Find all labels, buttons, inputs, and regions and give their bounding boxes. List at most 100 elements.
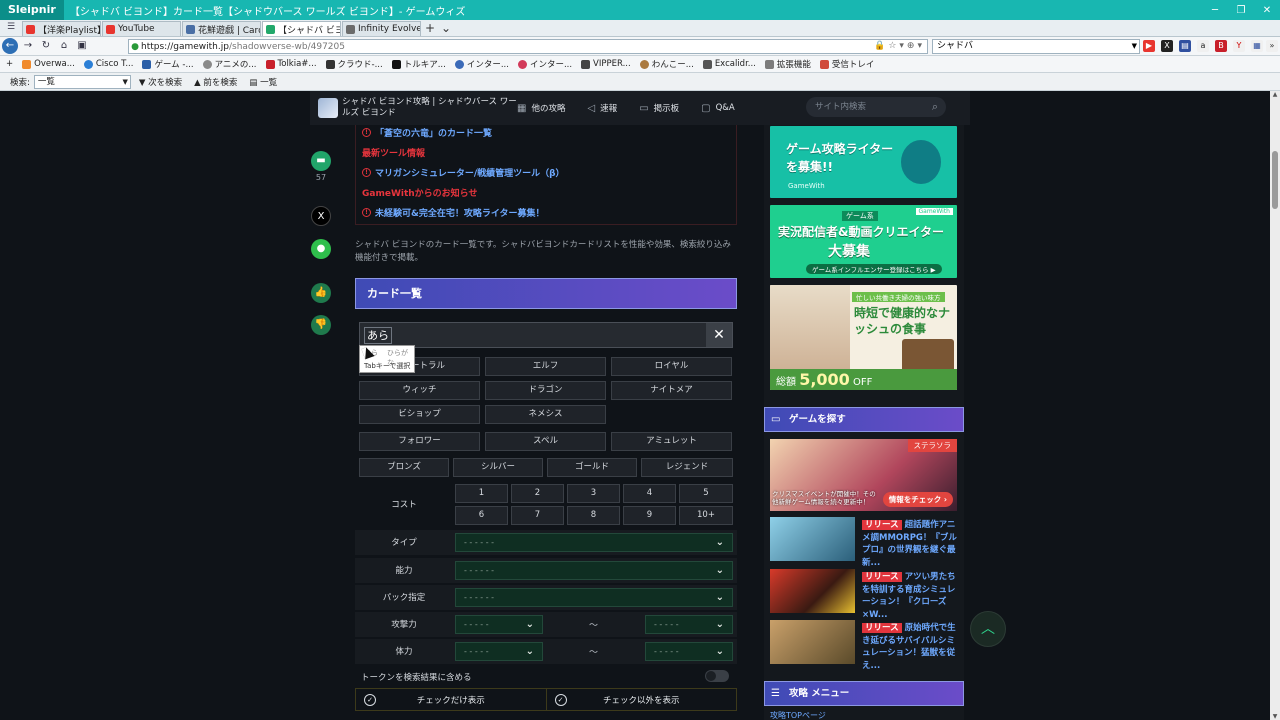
menu-link[interactable]: 攻略TOPページ [770,710,826,720]
home-icon[interactable]: ⌂ [56,38,72,54]
rarity-legend-button[interactable]: レジェンド [641,458,733,477]
nav-other[interactable]: ▦ 他の攻略 [517,102,565,115]
comment-share[interactable]: ▬ 57 [310,151,332,182]
dislike-button[interactable]: 👎 [310,315,332,335]
b-ext-icon[interactable]: B [1215,40,1227,52]
cost-button[interactable]: 2 [511,484,564,503]
bookmark[interactable]: Overwa... [22,59,75,69]
bookmark[interactable]: Tolkia#... [265,59,317,69]
tab[interactable]: YouTube [102,21,181,36]
chevron-down-icon[interactable]: ▼ [122,76,127,88]
scroll-up-icon[interactable]: ▲ [1270,91,1280,98]
creator-recruit-ad[interactable]: GameWith ゲーム系 実況配信者&動画クリエイター 大募集 ゲーム系インフ… [770,205,957,278]
ext-icon[interactable]: ▤ [1179,40,1191,52]
type-amulet-button[interactable]: アミュレット [611,432,732,451]
chevron-down-icon[interactable]: ▼ [1132,40,1137,53]
line-share-button[interactable]: ● [310,239,332,259]
x-share-button[interactable]: X [310,206,332,226]
game-list-item[interactable]: リリース アツい男たちを特訓する育成シミュレーション！『クローズ×W... [770,569,957,620]
meal-ad[interactable]: 忙しい共働き夫婦の強い味方 時短で健康的なナッシュの食事 総額 5,000 OF… [770,285,957,390]
menu-icon[interactable]: ☰ [0,19,22,36]
game-list-item[interactable]: リリース 超話題作アニメ調MMORPG！『ブルプロ』の世界観を継ぐ最新... [770,517,957,568]
new-tab-button[interactable]: + [422,21,438,36]
tab[interactable]: 花鮮遊戯 | Card... [182,21,261,36]
add-bookmark-icon[interactable]: + [6,59,13,69]
tab-list-chevron-icon[interactable]: ⌄ [438,21,454,36]
page-scrollbar[interactable]: ▲ ▼ [1270,91,1280,720]
game-list-item[interactable]: リリース 原始時代で生き延びるサバイバルシミュレーション！猛獣を従え... [770,620,957,671]
browser-search-input[interactable]: シャドバ ▼ [932,39,1140,54]
cost-button[interactable]: 6 [455,506,508,525]
pack-select[interactable]: - - - - - - ⌄ [455,588,733,607]
featured-game-banner[interactable]: ステラソラ クリスマスイベントが開催中！その他新鮮ゲーム情報を続々更新中！ 情報… [770,439,957,511]
star-icon[interactable]: 🔒☆▾⊕▾ [874,41,925,51]
site-search-input[interactable]: サイト内検索 ⌕ [806,97,946,117]
search-icon[interactable]: ⌕ [932,97,938,117]
show-unchecked-button[interactable]: ✓ チェック以外を表示 [545,689,737,710]
close-button[interactable]: ✕ [1254,5,1280,16]
find-next-button[interactable]: ▼ 次を検索 [139,76,182,88]
nav-board[interactable]: ▭ 掲示板 [639,102,679,115]
ext-menu-icon[interactable]: » [1266,40,1278,52]
bookmark[interactable]: トルキア... [391,58,446,70]
check-info-button[interactable]: 情報をチェック › [882,492,953,507]
token-toggle[interactable] [705,670,729,682]
tab[interactable]: Infinity Evolved ... [342,21,421,36]
writer-recruit-ad[interactable]: ゲーム攻略ライターを募集!! GameWith [770,126,957,198]
bookmark[interactable]: 拡張機能 [764,58,811,70]
class-nemesis-button[interactable]: ネメシス [485,405,606,424]
bookmark[interactable]: ゲーム -... [142,58,194,70]
cost-button[interactable]: 9 [623,506,676,525]
cost-button[interactable]: 10+ [679,506,733,525]
scroll-top-button[interactable]: ︿ [970,611,1006,647]
minimize-button[interactable]: ─ [1202,5,1228,16]
cost-button[interactable]: 7 [511,506,564,525]
amazon-icon[interactable]: a [1197,40,1209,52]
notice-link[interactable]: ! 「蒼空の六竜」のカード一覧 [362,126,492,139]
tab-active[interactable]: 【シャドバ ビヨンド】... [262,21,341,36]
type-spell-button[interactable]: スペル [485,432,606,451]
find-input[interactable]: 一覧 ▼ [33,74,131,89]
cost-button[interactable]: 8 [567,506,620,525]
bookmark[interactable]: わんこー... [639,58,694,70]
x-ext-icon[interactable]: X [1161,40,1173,52]
class-nightmare-button[interactable]: ナイトメア [611,381,732,400]
site-name[interactable]: シャドバ ビヨンド攻略 | シャドウバース ワールズ ビヨンド [342,97,517,119]
bookmark[interactable]: VIPPER... [581,59,631,69]
scroll-down-icon[interactable]: ▼ [1270,713,1280,720]
class-witch-button[interactable]: ウィッチ [359,381,480,400]
back-button[interactable]: ← [2,38,18,54]
class-elf-button[interactable]: エルフ [485,357,606,376]
bookmark[interactable]: Cisco T... [83,59,133,69]
find-prev-button[interactable]: ▲ 前を検索 [194,76,237,88]
bookmark[interactable]: インター... [454,58,509,70]
attack-max-select[interactable]: - - - - - ⌄ [645,615,733,634]
notice-link[interactable]: ! マリガンシミュレーター/戦績管理ツール（β） [362,166,565,179]
cost-button[interactable]: 3 [567,484,620,503]
class-royal-button[interactable]: ロイヤル [611,357,732,376]
save-icon[interactable]: ▣ [74,38,90,54]
clear-icon[interactable]: ✕ [706,323,732,347]
find-page-button[interactable]: ▤ 一覧 [249,76,277,88]
nav-news[interactable]: ◁ 速報 [587,102,617,115]
rarity-silver-button[interactable]: シルバー [453,458,543,477]
hp-min-select[interactable]: - - - - - ⌄ [455,642,543,661]
address-bar[interactable]: ● https://gamewith.jp/shadowverse-wb/497… [128,39,928,54]
card-search-input[interactable]: あら ✕ [359,322,733,348]
class-dragon-button[interactable]: ドラゴン [485,381,606,400]
bookmark[interactable]: Excalidr... [702,59,756,69]
youtube-ext-icon[interactable]: ▶ [1143,40,1155,52]
site-logo[interactable] [318,98,338,118]
type-select[interactable]: - - - - - - ⌄ [455,533,733,552]
reload-icon[interactable]: ↻ [38,38,54,54]
nav-qa[interactable]: ▢ Q&A [701,103,735,114]
bookmark[interactable]: アニメの... [202,58,257,70]
ability-select[interactable]: - - - - - - ⌄ [455,561,733,580]
bookmark[interactable]: クラウド-... [325,58,383,70]
show-checked-button[interactable]: ✓ チェックだけ表示 [356,689,546,710]
like-button[interactable]: 👍 [310,283,332,303]
rarity-bronze-button[interactable]: ブロンズ [359,458,449,477]
bookmark[interactable]: インター... [517,58,572,70]
type-follower-button[interactable]: フォロワー [359,432,480,451]
notice-link[interactable]: ! 未経験可&完全在宅！攻略ライター募集！ [362,206,545,219]
